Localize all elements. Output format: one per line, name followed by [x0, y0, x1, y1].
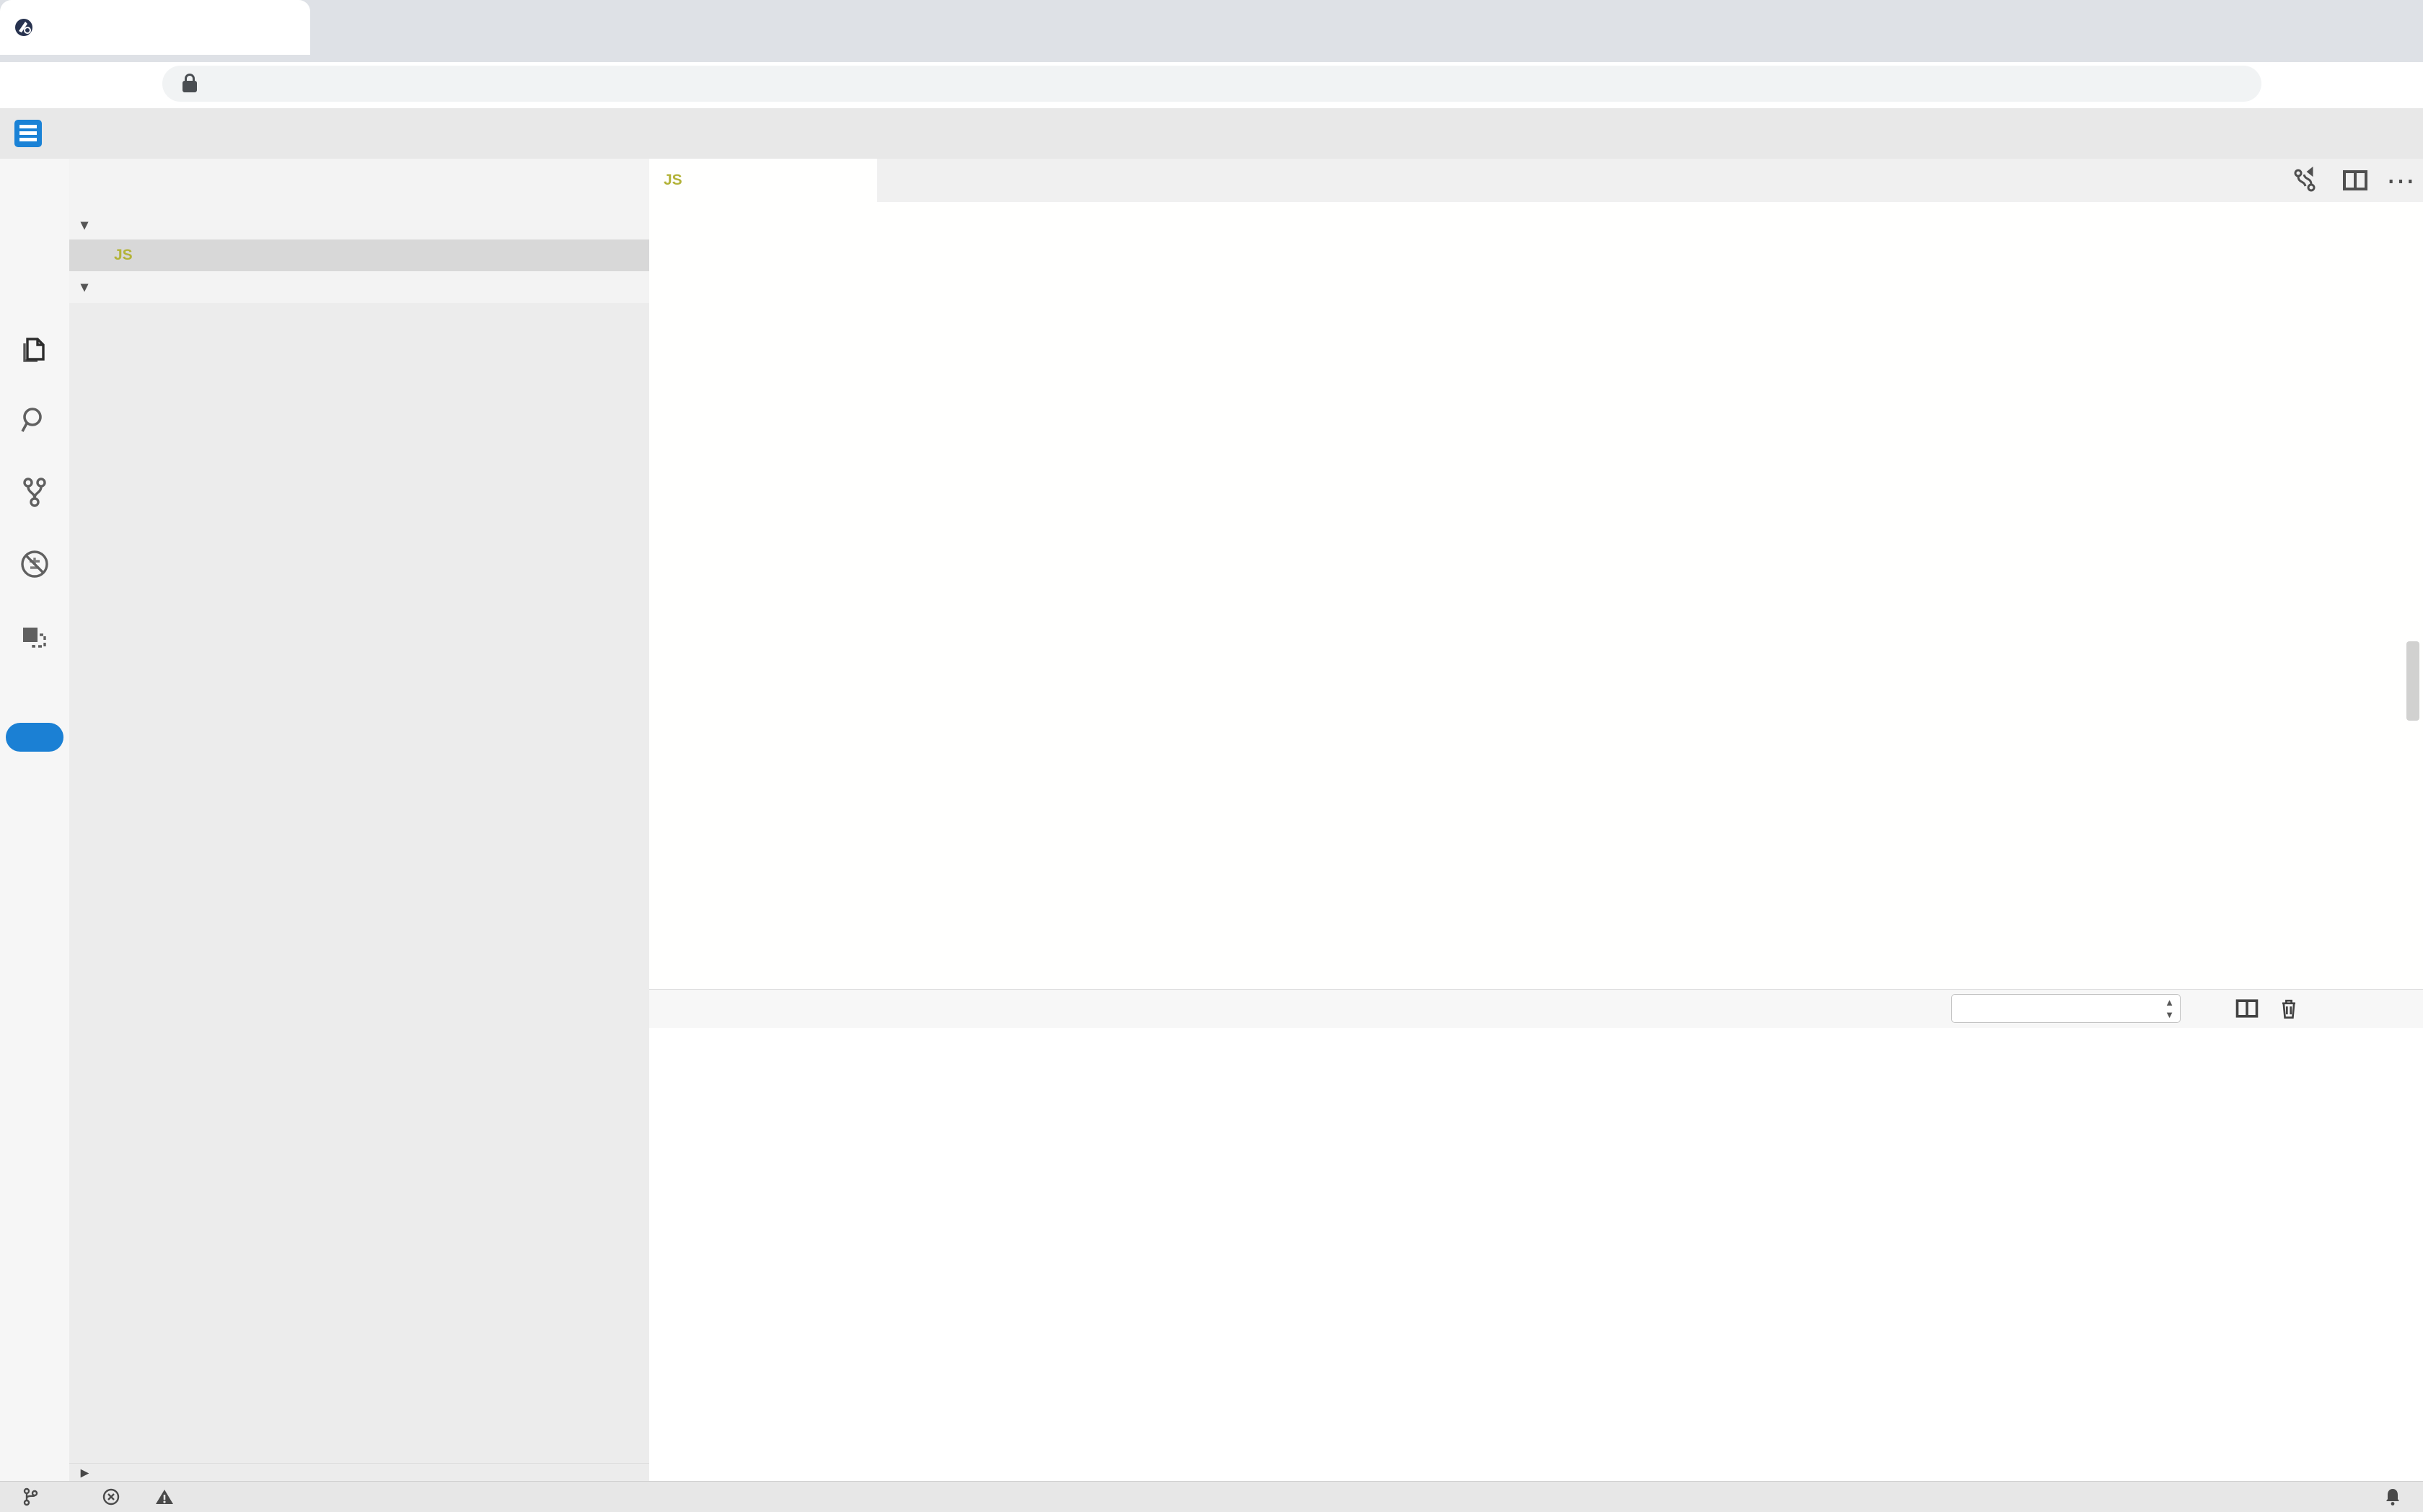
workspace-header[interactable]: ▾ [69, 271, 649, 302]
status-right [2150, 1487, 2403, 1507]
warnings-item[interactable] [154, 1487, 180, 1507]
editor-tab-bar: JS ⋯ [649, 159, 2423, 202]
status-left [20, 1487, 231, 1507]
minimap[interactable] [2220, 205, 2402, 988]
js-file-icon: JS [114, 247, 143, 264]
open-editor-item[interactable]: JS [69, 239, 649, 271]
htop-function-keys [649, 1077, 2423, 1101]
browser-tab-strip [0, 0, 2423, 62]
split-editor-icon[interactable] [2341, 166, 2370, 195]
lock-icon [183, 81, 197, 92]
editor-tab[interactable]: JS [649, 159, 877, 202]
status-bar [0, 1481, 2423, 1512]
terminal[interactable] [649, 1028, 2423, 1482]
errors-item[interactable] [101, 1487, 127, 1507]
close-panel-icon[interactable] [2354, 995, 2382, 1023]
activity-bar [0, 159, 70, 1481]
more-actions-icon[interactable]: ⋯ [2386, 169, 2415, 198]
chevron-right-icon: ▸ [81, 1464, 89, 1482]
explorer-sidebar: ▾ JS ▾ ▸ [69, 159, 650, 1481]
status-badge[interactable] [6, 723, 63, 752]
file-tree [69, 303, 649, 1463]
new-terminal-icon[interactable] [2191, 995, 2219, 1023]
search-icon[interactable] [17, 403, 52, 437]
open-changes-icon[interactable] [2290, 166, 2319, 195]
panel-header: ▲▼ [649, 990, 2423, 1028]
menu-bar [0, 108, 2423, 159]
git-branch-item[interactable] [20, 1487, 46, 1507]
code-editor[interactable] [649, 202, 2423, 989]
js-file-icon: JS [664, 172, 692, 189]
git-branch-icon [20, 1487, 40, 1507]
error-icon [101, 1487, 121, 1507]
bottom-panel: ▲▼ [649, 989, 2423, 1482]
screen: ▾ JS ▾ ▸ JS [0, 0, 2423, 1512]
editor-scrollbar[interactable] [2406, 641, 2419, 721]
bell-icon[interactable] [2383, 1487, 2403, 1507]
split-terminal-icon[interactable] [2233, 995, 2261, 1023]
coder-favicon-icon [13, 17, 35, 38]
chevron-down-icon: ▾ [81, 278, 95, 296]
warning-icon [154, 1487, 175, 1507]
explorer-icon[interactable] [17, 332, 52, 366]
terminal-picker[interactable]: ▲▼ [1951, 994, 2181, 1023]
source-control-icon[interactable] [17, 475, 52, 509]
select-arrows-icon: ▲▼ [2165, 996, 2174, 1021]
chevron-down-icon: ▾ [81, 216, 95, 234]
maximize-panel-icon[interactable] [2314, 995, 2341, 1023]
kill-terminal-icon[interactable] [2275, 995, 2303, 1023]
outline-header[interactable]: ▸ [69, 1463, 649, 1481]
debug-disabled-icon[interactable] [17, 547, 52, 581]
open-editors-header[interactable]: ▾ [69, 209, 649, 239]
browser-toolbar [0, 62, 2423, 110]
extensions-icon[interactable] [17, 619, 52, 654]
sidebar-title [69, 159, 649, 209]
address-bar[interactable] [162, 66, 2261, 102]
app-logo-icon[interactable] [14, 120, 42, 147]
browser-tab[interactable] [0, 0, 310, 55]
